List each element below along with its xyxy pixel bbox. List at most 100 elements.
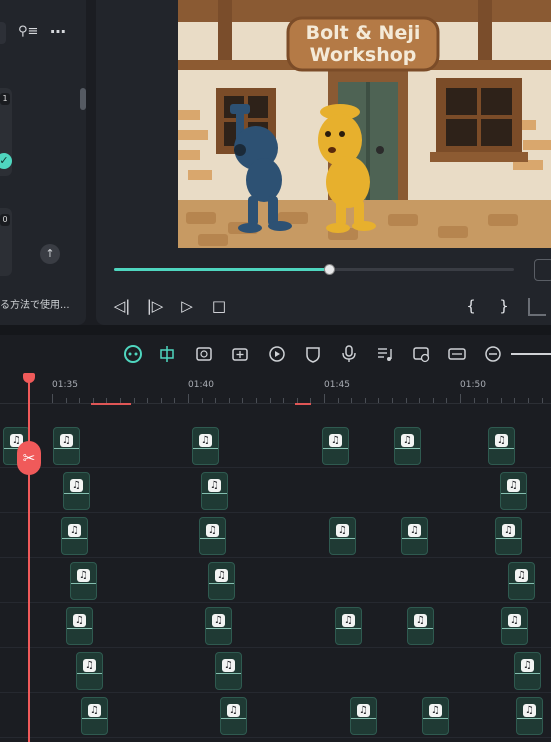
auto-cut-icon[interactable] [156,343,178,365]
ruler-tick [514,398,515,403]
ruler-tick [433,398,434,403]
ai-assistant-icon[interactable] [122,343,144,365]
audio-clip[interactable]: ♫ [488,427,515,465]
music-note-icon: ♫ [60,434,73,447]
ruler-tick [256,398,257,403]
music-note-icon: ♫ [212,614,225,627]
audio-clip[interactable]: ♫ [329,517,356,555]
audio-clip[interactable]: ♫ [199,517,226,555]
audio-clip[interactable]: ♫ [76,652,103,690]
audio-clip[interactable]: ♫ [63,472,90,510]
music-note-icon: ♫ [414,614,427,627]
scissors-icon[interactable]: ✂ [17,441,41,475]
zoom-out-icon[interactable] [482,343,504,365]
mark-out-button[interactable]: } [494,297,514,315]
music-note-icon: ♫ [70,479,83,492]
music-note-icon: ♫ [521,659,534,672]
audio-clip[interactable]: ♫ [192,427,219,465]
more-icon[interactable]: ⋯ [50,22,70,41]
audio-track[interactable] [0,423,551,468]
audio-clip[interactable]: ♫ [394,427,421,465]
audio-clip[interactable]: ♫ [70,562,97,600]
audio-clip[interactable]: ♫ [61,517,88,555]
play-button[interactable]: ▷ [177,297,197,315]
music-note-icon: ♫ [68,524,81,537]
filter-icon[interactable]: ⚲≡ [18,24,38,40]
ruler-tick [270,398,271,403]
audio-clip[interactable]: ♫ [401,517,428,555]
music-note-icon: ♫ [429,704,442,717]
audio-clip[interactable]: ♫ [335,607,362,645]
panel-tab[interactable] [0,22,6,44]
screen-record-icon[interactable] [410,343,432,365]
music-list-icon[interactable] [374,343,396,365]
audio-clip[interactable]: ♫ [66,607,93,645]
next-frame-button[interactable]: |▷ [145,297,165,315]
insert-icon[interactable] [528,298,546,316]
music-note-icon: ♫ [77,569,90,582]
ruler-tick [215,398,216,403]
ruler-tick [242,398,243,403]
ruler-label: 01:45 [324,380,350,390]
music-note-icon: ♫ [73,614,86,627]
ruler-tick [542,398,543,403]
ruler-tick [188,394,189,403]
audio-clip[interactable]: ♫ [508,562,535,600]
audio-clip[interactable]: ♫ [500,472,527,510]
music-note-icon: ♫ [88,704,101,717]
ruler-label: 01:35 [52,380,78,390]
panel-scrollbar[interactable] [80,88,86,110]
sign-text-line2: Workshop [309,44,417,66]
ruler-tick [229,398,230,403]
music-note-icon: ♫ [215,569,228,582]
audio-clip[interactable]: ♫ [350,697,377,735]
mark-in-button[interactable]: { [461,297,481,315]
ruler-tick [79,398,80,403]
scroll-up-button[interactable]: ↑ [40,244,60,264]
ruler-tick [365,398,366,403]
scrubber-handle[interactable] [324,264,335,275]
media-icon[interactable] [193,343,215,365]
audio-clip[interactable]: ♫ [322,427,349,465]
audio-clip[interactable]: ♫ [422,697,449,735]
audio-clip[interactable]: ♫ [407,607,434,645]
speed-icon[interactable] [266,343,288,365]
audio-clip[interactable]: ♫ [208,562,235,600]
panel-divider[interactable] [0,325,551,335]
music-note-icon: ♫ [507,479,520,492]
ruler-tick [392,398,393,403]
timecode-box[interactable] [534,259,551,281]
ruler-tick [406,398,407,403]
audio-clip[interactable]: ♫ [501,607,528,645]
ruler-tick [147,398,148,403]
audio-clip[interactable]: ♫ [215,652,242,690]
add-media-icon[interactable] [229,343,251,365]
prev-frame-button[interactable]: ◁| [112,297,132,315]
audio-clip[interactable]: ♫ [201,472,228,510]
audio-clip[interactable]: ♫ [53,427,80,465]
music-note-icon: ♫ [408,524,421,537]
ruler-tick [134,398,135,403]
microphone-icon[interactable] [338,343,360,365]
audio-clip[interactable]: ♫ [81,697,108,735]
audio-clip[interactable]: ♫ [516,697,543,735]
ruler-tick [202,398,203,403]
zoom-slider[interactable] [511,353,551,355]
ruler-tick [446,398,447,403]
audio-clip[interactable]: ♫ [495,517,522,555]
music-note-icon: ♫ [83,659,96,672]
audio-clip[interactable]: ♫ [220,697,247,735]
fit-width-icon[interactable] [446,343,468,365]
audio-clip[interactable]: ♫ [514,652,541,690]
ruler-tick [283,398,284,403]
ruler-tick [501,398,502,403]
music-note-icon: ♫ [208,479,221,492]
playhead[interactable] [28,373,30,742]
audio-clip[interactable]: ♫ [205,607,232,645]
ruler-label: 01:40 [188,380,214,390]
ruler-tick [338,398,339,403]
mask-icon[interactable] [302,343,324,365]
ruler-tick [351,398,352,403]
music-note-icon: ♫ [523,704,536,717]
stop-button[interactable]: □ [209,297,229,315]
